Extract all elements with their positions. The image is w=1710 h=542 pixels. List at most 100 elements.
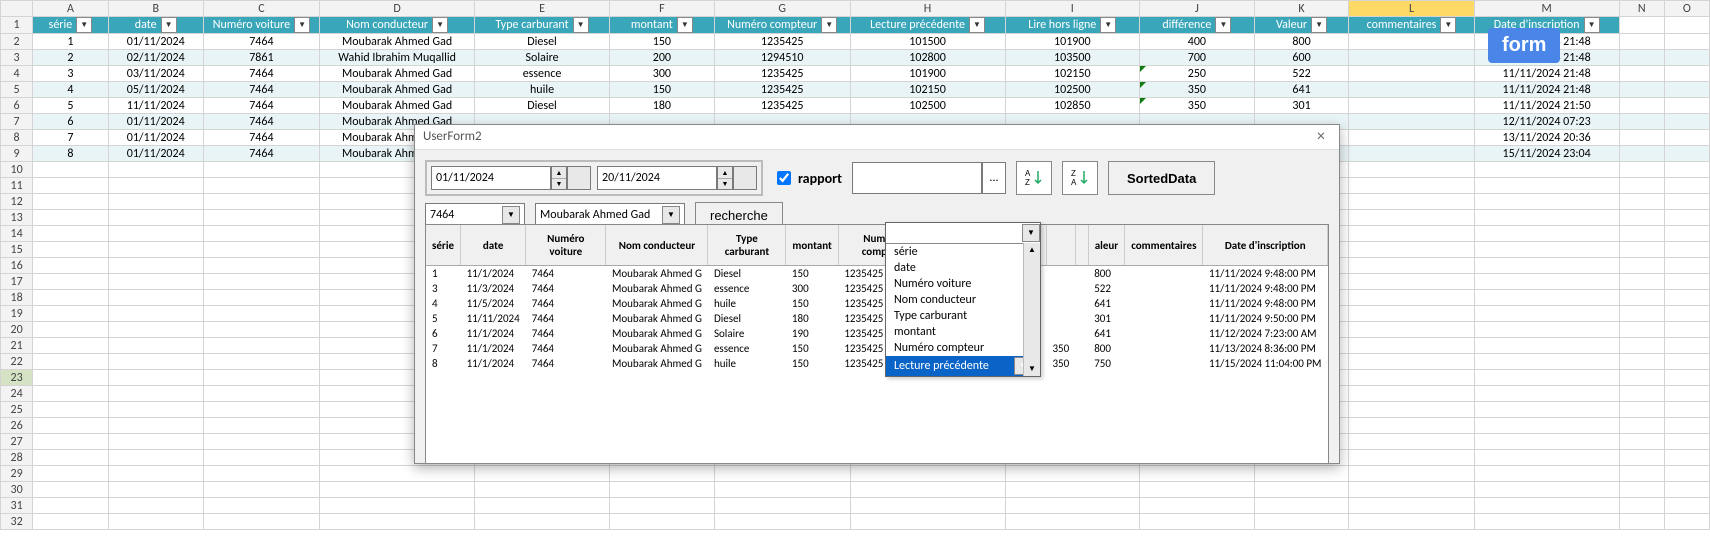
cell[interactable] [1619, 370, 1664, 386]
cell[interactable]: 11/11/2024 21:50 [1474, 98, 1619, 114]
cell[interactable] [33, 274, 108, 290]
filter-button[interactable]: ▼ [1584, 17, 1600, 33]
filter-button[interactable]: ▼ [677, 17, 693, 33]
cell[interactable] [203, 514, 319, 530]
column-header[interactable]: H [850, 1, 1005, 17]
cell[interactable] [108, 322, 203, 338]
listview-row[interactable]: 711/1/20247464Moubarak Ahmed Gessence150… [426, 341, 1328, 356]
cell[interactable] [1619, 450, 1664, 466]
row-header[interactable]: 30 [1, 482, 33, 498]
row-header[interactable]: 7 [1, 114, 33, 130]
filter-button[interactable]: ▼ [969, 17, 985, 33]
cell[interactable]: 05/11/2024 [108, 82, 203, 98]
cell[interactable]: 7464 [203, 98, 319, 114]
cell[interactable] [850, 514, 1005, 530]
dropdown-option[interactable]: série [886, 244, 1040, 260]
dropdown-option[interactable]: Numéro voiture [886, 276, 1040, 292]
cell[interactable]: 700 [1140, 50, 1255, 66]
cell[interactable] [1664, 418, 1709, 434]
header-cell[interactable]: Lecture précédente▼ [850, 17, 1005, 34]
listview-header[interactable] [1046, 225, 1075, 266]
userform-titlebar[interactable]: UserForm2 × [415, 125, 1339, 150]
cell[interactable] [33, 498, 108, 514]
cell[interactable]: 103500 [1005, 50, 1140, 66]
dropdown-option[interactable]: montant [886, 324, 1040, 340]
cell[interactable] [33, 450, 108, 466]
cell[interactable] [203, 482, 319, 498]
rapport-checkbox-wrap[interactable]: rapport [773, 168, 842, 188]
cell[interactable] [108, 514, 203, 530]
cell[interactable]: 8 [33, 146, 108, 162]
cell[interactable] [1619, 114, 1664, 130]
row-header[interactable]: 9 [1, 146, 33, 162]
listview-row[interactable]: 611/1/20247464Moubarak Ahmed GSolaire190… [426, 326, 1328, 341]
cell[interactable] [1619, 66, 1664, 82]
cell[interactable] [1005, 482, 1140, 498]
sort-field-dropdown-list[interactable]: ▼ sériedateNuméro voitureNom conducteurT… [885, 222, 1041, 377]
column-header[interactable]: M [1474, 1, 1619, 17]
cell[interactable]: 7464 [203, 34, 319, 50]
cell[interactable] [1474, 258, 1619, 274]
listview-row[interactable]: 111/1/20247464Moubarak Ahmed GDiesel1501… [426, 266, 1328, 282]
cell[interactable] [1619, 482, 1664, 498]
column-header[interactable]: E [475, 1, 610, 17]
row-header[interactable]: 22 [1, 354, 33, 370]
filter-button[interactable]: ▼ [432, 17, 448, 33]
cell[interactable]: 03/11/2024 [108, 66, 203, 82]
cell[interactable] [1474, 418, 1619, 434]
cell[interactable] [1619, 194, 1664, 210]
cell[interactable] [609, 498, 714, 514]
dropdown-option[interactable]: Type carburant [886, 308, 1040, 324]
cell[interactable] [1619, 514, 1664, 530]
cell[interactable] [1349, 338, 1474, 354]
dropdown-option[interactable]: Nom conducteur [886, 292, 1040, 308]
header-cell[interactable] [1664, 17, 1709, 34]
header-cell[interactable]: Valeur▼ [1254, 17, 1349, 34]
column-header[interactable]: N [1619, 1, 1664, 17]
cell[interactable]: 101900 [850, 66, 1005, 82]
cell[interactable] [1254, 498, 1349, 514]
cell[interactable] [33, 322, 108, 338]
row-header[interactable]: 2 [1, 34, 33, 50]
cell[interactable] [33, 482, 108, 498]
cell[interactable] [1664, 322, 1709, 338]
filter-button[interactable]: ▼ [573, 17, 589, 33]
cell[interactable] [1619, 354, 1664, 370]
header-cell[interactable]: Nom conducteur▼ [320, 17, 475, 34]
cell[interactable] [108, 386, 203, 402]
cell[interactable] [108, 306, 203, 322]
sort-asc-button[interactable]: AZ [1016, 161, 1052, 195]
cell[interactable]: Moubarak Ahmed Gad [320, 98, 475, 114]
cell[interactable] [1664, 226, 1709, 242]
cell[interactable] [108, 162, 203, 178]
listview-header[interactable]: Type carburant [708, 225, 786, 266]
cell[interactable] [1474, 178, 1619, 194]
cell[interactable] [108, 418, 203, 434]
cell[interactable] [1664, 82, 1709, 98]
date-from-spinner[interactable]: ▲▼ [551, 166, 567, 190]
date-to-spinner[interactable]: ▲▼ [717, 166, 733, 190]
row-header[interactable]: 23 [1, 370, 33, 386]
cell[interactable] [1619, 50, 1664, 66]
listview-header[interactable]: série [426, 225, 461, 266]
cell[interactable] [1619, 242, 1664, 258]
cell[interactable]: 1 [33, 34, 108, 50]
cell[interactable]: 400 [1140, 34, 1255, 50]
cell[interactable] [1664, 34, 1709, 50]
cell[interactable]: 01/11/2024 [108, 146, 203, 162]
cell[interactable] [1349, 242, 1474, 258]
cell[interactable] [1474, 306, 1619, 322]
cell[interactable] [1664, 498, 1709, 514]
cell[interactable]: 200 [609, 50, 714, 66]
cell[interactable] [1474, 338, 1619, 354]
cell[interactable] [203, 178, 319, 194]
header-cell[interactable] [1619, 17, 1664, 34]
cell[interactable] [320, 498, 475, 514]
cell[interactable] [1349, 114, 1474, 130]
filter-button[interactable]: ▼ [1440, 17, 1456, 33]
cell[interactable]: 150 [609, 34, 714, 50]
row-header[interactable]: 16 [1, 258, 33, 274]
cell[interactable]: 7464 [203, 130, 319, 146]
cell[interactable] [850, 482, 1005, 498]
cell[interactable]: 102150 [850, 82, 1005, 98]
